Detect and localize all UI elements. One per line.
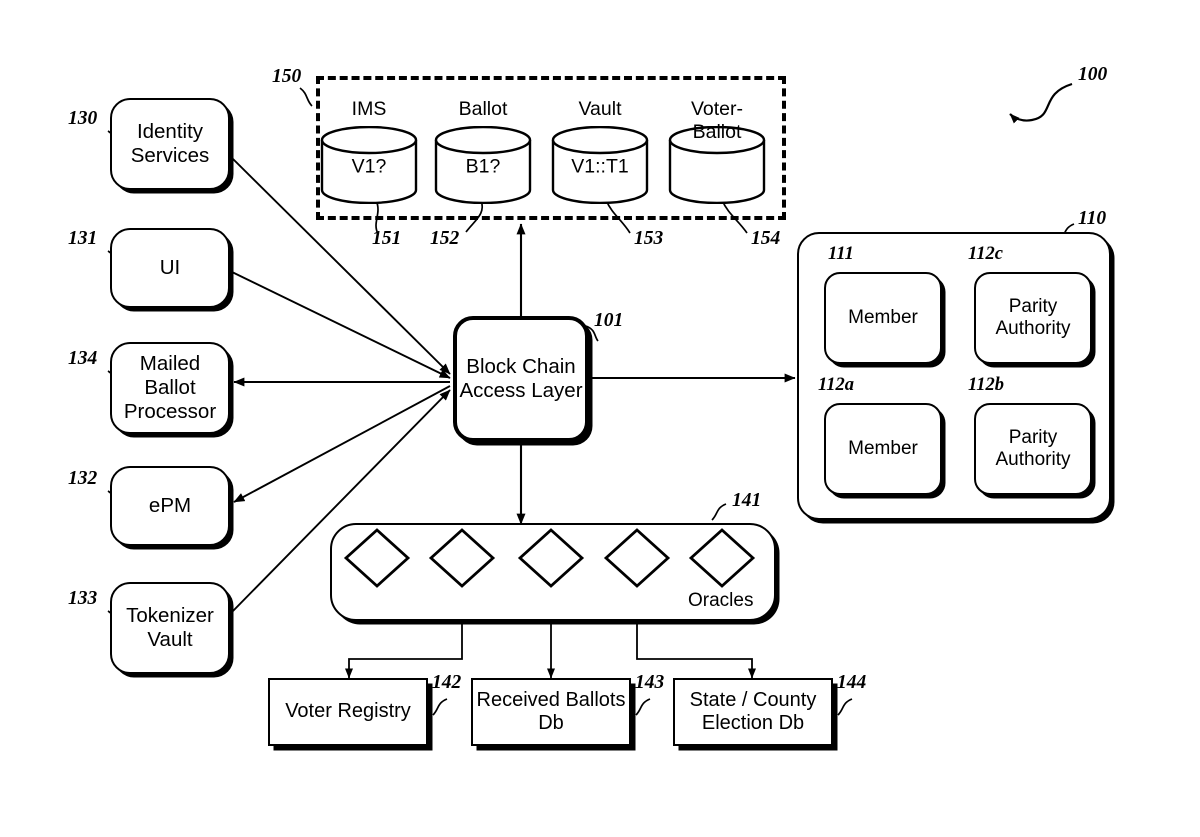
node-parity-authority-112b[interactable]: Parity Authority <box>974 403 1092 495</box>
leader-142 <box>432 698 448 716</box>
edge-ui-to-core <box>231 271 451 379</box>
node-member-112a[interactable]: Member <box>824 403 942 495</box>
cylinder-ims-caption: IMS <box>351 98 387 120</box>
ref-144: 144 <box>837 672 867 693</box>
leader-150 <box>299 87 313 107</box>
ref-143: 143 <box>635 672 665 693</box>
figure-leader-line <box>1009 82 1073 124</box>
ref-131: 131 <box>68 228 98 249</box>
ref-112c: 112c <box>968 244 1003 264</box>
ref-111: 111 <box>828 244 854 264</box>
node-tokenizer-vault[interactable]: Tokenizer Vault <box>110 582 230 674</box>
ref-154: 154 <box>751 228 781 249</box>
node-mailed-ballot-processor[interactable]: Mailed Ballot Processor <box>110 342 230 434</box>
ref-141: 141 <box>732 490 762 511</box>
node-ui[interactable]: UI <box>110 228 230 308</box>
ref-110: 110 <box>1078 208 1107 229</box>
node-epm[interactable]: ePM <box>110 466 230 546</box>
ref-112b: 112b <box>968 375 1004 395</box>
node-parity-authority-112c[interactable]: Parity Authority <box>974 272 1092 364</box>
node-blockchain-access-layer[interactable]: Block Chain Access Layer <box>453 316 589 442</box>
patent-figure: 100 150 IMS V1? 151 Ballot B1? 152 Vault… <box>0 0 1200 837</box>
cylinder-vault-caption: Vault <box>578 98 622 120</box>
leader-144 <box>837 698 853 716</box>
figure-ref-100: 100 <box>1078 64 1108 85</box>
node-member-111[interactable]: Member <box>824 272 942 364</box>
ref-142: 142 <box>432 672 462 693</box>
node-state-county-election-db[interactable]: State / County Election Db <box>673 678 833 746</box>
ref-134: 134 <box>68 348 98 369</box>
cylinder-ballot-caption: Ballot <box>458 98 508 120</box>
cylinder-voter-ballot-caption: Voter-Ballot <box>690 98 744 143</box>
leader-143 <box>635 698 651 716</box>
cylinder-vault: Vault V1::T1 <box>551 98 649 205</box>
node-received-ballots-db[interactable]: Received Ballots Db <box>471 678 631 746</box>
ref-150: 150 <box>272 66 302 87</box>
cylinder-ims: IMS V1? <box>320 98 418 205</box>
ref-130: 130 <box>68 108 98 129</box>
cylinder-voter-ballot: Voter-Ballot <box>668 98 766 205</box>
ref-101: 101 <box>594 310 624 331</box>
ref-151: 151 <box>372 228 402 249</box>
oracles-label: Oracles <box>688 590 754 611</box>
edge-core-to-epm <box>233 385 451 503</box>
cylinder-vault-value: V1::T1 <box>571 155 629 178</box>
node-identity-services[interactable]: Identity Services <box>110 98 230 190</box>
ref-132: 132 <box>68 468 98 489</box>
ref-133: 133 <box>68 588 98 609</box>
ref-153: 153 <box>634 228 664 249</box>
cylinder-ims-value: V1? <box>351 155 387 178</box>
ref-112a: 112a <box>818 375 854 395</box>
leader-141 <box>711 503 727 521</box>
cylinder-ballot: Ballot B1? <box>434 98 532 205</box>
node-voter-registry[interactable]: Voter Registry <box>268 678 428 746</box>
ref-152: 152 <box>430 228 460 249</box>
cylinder-ballot-value: B1? <box>465 155 501 178</box>
